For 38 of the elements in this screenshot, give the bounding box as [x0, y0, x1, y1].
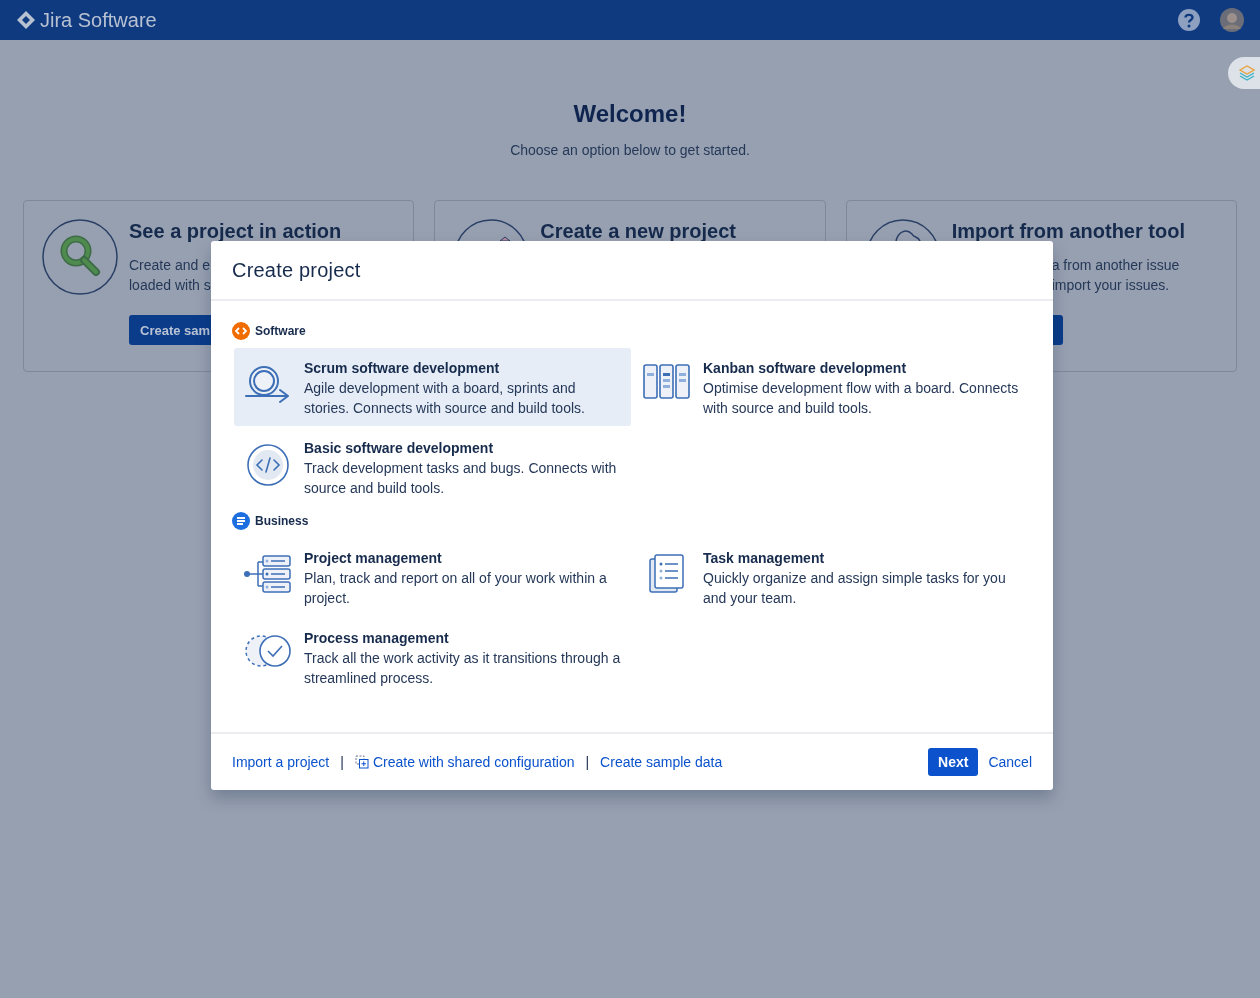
card-title: Import from another tool [951, 219, 1185, 243]
template-title: Project management [304, 549, 443, 568]
template-description: Agile development with a board, sprints and stories. Connects with source and build tools. [304, 379, 586, 418]
template-description: Optimise development flow with a board. Connects with source and build tools. [703, 379, 1020, 418]
project-template-option[interactable]: Scrum software development Agile development with a board, sprints and stories. Connects with source and build tools. [234, 348, 631, 426]
template-title: Basic software development [304, 439, 495, 458]
separator: | [585, 754, 590, 770]
shared-configuration-link[interactable]: Create with shared configuration [354, 754, 575, 770]
template-title: Process management [304, 629, 450, 648]
template-description: Track all the work activity as it transitions through a streamlined process. [304, 649, 621, 688]
welcome-heading: Welcome! [572, 100, 688, 128]
project-template-option[interactable]: Process management Track all the work activity as it transitions through a streamlined process. [234, 618, 631, 696]
template-description: Quickly organize and assign simple tasks for you and your team. [703, 569, 1007, 608]
project-template-option[interactable]: Basic software development Track development tasks and bugs. Connects with source and build tools. [234, 428, 631, 506]
card-title: Create a new project [540, 219, 736, 243]
dialog-title: Create project [232, 259, 362, 282]
footer-link[interactable]: Create sample data [600, 754, 723, 770]
footer-link[interactable]: Import a project [232, 754, 330, 770]
template-title: Task management [703, 549, 826, 568]
product-name: Jira Software [40, 8, 157, 32]
card-text: import your issues. [1051, 276, 1170, 295]
template-description: Plan, track and report on all of your work within a project. [304, 569, 608, 608]
card-text: loaded with s [129, 276, 211, 295]
welcome-subtitle: Choose an option below to get started. [509, 142, 751, 158]
template-description: Track development tasks and bugs. Connects with source and build tools. [304, 459, 618, 498]
template-title: Scrum software development [304, 359, 501, 378]
project-template-option[interactable]: Project management Plan, track and report on all of your work within a project. [234, 538, 631, 616]
card-text: Create and e [129, 256, 210, 275]
template-title: Kanban software development [703, 359, 908, 378]
project-template-option[interactable]: Kanban software development Optimise development flow with a board. Connects with source and build tools. [633, 348, 1030, 426]
category-heading: Business [255, 514, 309, 528]
separator: | [340, 754, 344, 770]
card-title: See a project in action [129, 219, 342, 243]
category-heading: Software [255, 324, 306, 338]
create-sample-button[interactable]: Create sam [129, 315, 211, 345]
next-button[interactable]: Next [928, 748, 979, 776]
project-template-option[interactable]: Task management Quickly organize and assign simple tasks for you and your team. [633, 538, 1030, 616]
cancel-button[interactable]: Cancel [978, 748, 1032, 776]
